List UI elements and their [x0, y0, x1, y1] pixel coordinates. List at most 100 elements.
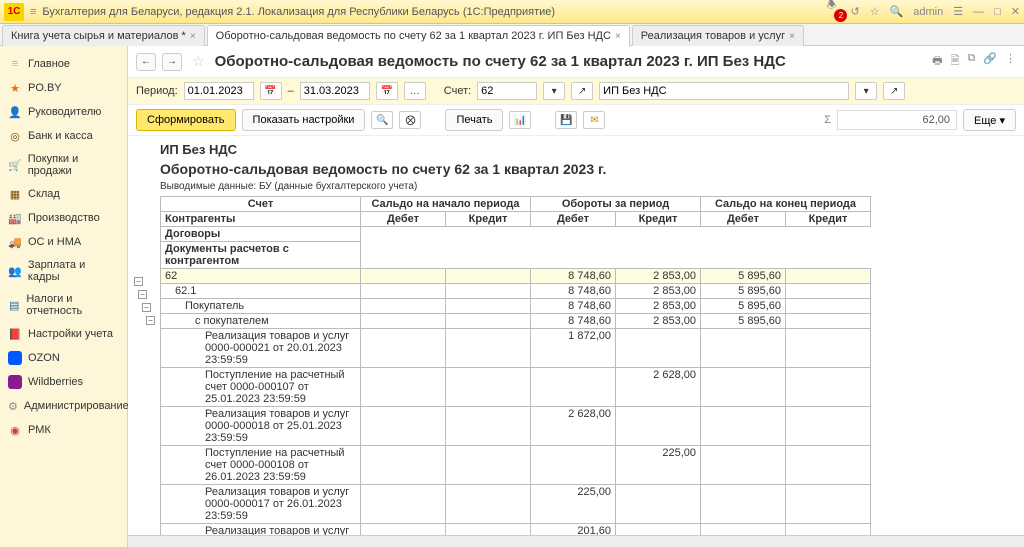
sidebar-item[interactable]: ≡Главное — [0, 52, 127, 76]
sidebar-item-label: Банк и касса — [28, 130, 93, 142]
history-icon[interactable]: ↺ — [850, 5, 859, 18]
close-icon[interactable]: × — [190, 31, 196, 42]
sidebar-item-label: Производство — [28, 212, 100, 224]
sidebar-item[interactable]: ◉РМК — [0, 418, 127, 442]
sidebar-icon: ◉ — [8, 423, 22, 437]
tree-toggle[interactable]: − — [146, 316, 155, 325]
nav-back-button[interactable]: ← — [136, 53, 156, 71]
close-icon[interactable]: × — [615, 31, 621, 42]
row-label: Поступление на расчетный счет 0000-00010… — [161, 368, 361, 407]
col-credit: Кредит — [786, 212, 871, 227]
app-logo: 1C — [4, 3, 24, 21]
row-label: Покупатель — [161, 299, 361, 314]
form-button[interactable]: Сформировать — [136, 109, 236, 131]
chart-icon[interactable]: 📊 — [509, 111, 531, 129]
save-report-icon[interactable]: 💾 — [555, 111, 577, 129]
sidebar-item[interactable]: OOZON — [0, 346, 127, 370]
report-title: Оборотно-сальдовая ведомость по счету 62… — [160, 159, 1024, 181]
table-row[interactable]: 628 748,602 853,005 895,60 — [161, 269, 871, 284]
calendar-from-icon[interactable]: 📅 — [260, 82, 282, 100]
sidebar-item[interactable]: ◎Банк и касса — [0, 124, 127, 148]
tab[interactable]: Реализация товаров и услуг× — [632, 25, 804, 46]
row-label: Реализация товаров и услуг 0000-000021 о… — [161, 329, 361, 368]
org-input[interactable] — [599, 82, 849, 100]
org-dropdown-icon[interactable]: ▾ — [855, 82, 877, 100]
tree-toggle[interactable]: − — [142, 303, 151, 312]
save-icon[interactable]: 🗎 — [951, 52, 960, 71]
table-row[interactable]: Покупатель8 748,602 853,005 895,60 — [161, 299, 871, 314]
more-icon[interactable]: ⋮ — [1005, 52, 1016, 71]
sidebar-item[interactable]: 🏭Производство — [0, 206, 127, 230]
table-row[interactable]: с покупателем8 748,602 853,005 895,60 — [161, 314, 871, 329]
tree-column: − − − − — [132, 140, 160, 535]
table-row[interactable]: Реализация товаров и услуг 0000-000019 о… — [161, 524, 871, 536]
dash: – — [288, 85, 294, 97]
sidebar-item[interactable]: ★PO.BY — [0, 76, 127, 100]
close-icon[interactable]: × — [789, 31, 795, 42]
sidebar-icon: ▤ — [8, 298, 20, 312]
date-from-input[interactable] — [184, 82, 254, 100]
tree-toggle[interactable]: − — [138, 290, 147, 299]
row-label: 62.1 — [161, 284, 361, 299]
nav-forward-button[interactable]: → — [162, 53, 182, 71]
sidebar-item[interactable]: ▤Налоги и отчетность — [0, 288, 127, 322]
sidebar-item[interactable]: 👥Зарплата и кадры — [0, 254, 127, 288]
minimize-icon[interactable]: — — [973, 6, 984, 18]
col-debit: Дебет — [701, 212, 786, 227]
account-input[interactable] — [477, 82, 537, 100]
sidebar-item-label: Склад — [28, 188, 60, 200]
print-button[interactable]: Печать — [445, 109, 503, 131]
search-global-icon[interactable]: 🔍 — [890, 5, 904, 18]
account-dropdown-icon[interactable]: ▾ — [543, 82, 565, 100]
link-icon[interactable]: 🔗 — [983, 52, 997, 71]
tab[interactable]: Книга учета сырья и материалов *× — [2, 25, 205, 46]
user-name[interactable]: admin — [913, 6, 943, 18]
more-button[interactable]: Еще ▾ — [963, 109, 1016, 131]
sidebar-icon: ▦ — [8, 187, 22, 201]
notifications-icon[interactable]: 🕭2 — [826, 0, 840, 28]
show-settings-button[interactable]: Показать настройки — [242, 109, 366, 131]
close-window-icon[interactable]: ✕ — [1011, 5, 1020, 18]
table-row[interactable]: Реализация товаров и услуг 0000-000021 о… — [161, 329, 871, 368]
menu-icon[interactable]: ≡ — [30, 6, 36, 18]
star-icon[interactable]: ☆ — [192, 53, 205, 70]
sidebar-item[interactable]: ▦ Склад — [0, 182, 127, 206]
sidebar-item[interactable]: 👤Руководителю — [0, 100, 127, 124]
table-row[interactable]: Поступление на расчетный счет 0000-00010… — [161, 368, 871, 407]
sidebar-item[interactable]: 🛒Покупки и продажи — [0, 148, 127, 182]
table-row[interactable]: Реализация товаров и услуг 0000-000018 о… — [161, 407, 871, 446]
tree-toggle[interactable]: − — [134, 277, 143, 286]
date-to-input[interactable] — [300, 82, 370, 100]
col-credit: Кредит — [446, 212, 531, 227]
search-icon[interactable]: 🔍 — [371, 111, 393, 129]
sum-icon[interactable]: Σ — [824, 114, 831, 126]
print-icon[interactable]: 🖶 — [932, 52, 942, 71]
row-label: Поступление на расчетный счет 0000-00010… — [161, 446, 361, 485]
toolbar: Сформировать Показать настройки 🔍 ⨂ Печа… — [128, 105, 1024, 136]
org-open-icon[interactable]: ↗ — [883, 82, 905, 100]
calendar-to-icon[interactable]: 📅 — [376, 82, 398, 100]
sum-value: 62,00 — [837, 110, 957, 130]
account-open-icon[interactable]: ↗ — [571, 82, 593, 100]
sidebar-item-label: PO.BY — [28, 82, 62, 94]
maximize-icon[interactable]: □ — [994, 6, 1001, 18]
sidebar-item[interactable]: ⚙Администрирование — [0, 394, 127, 418]
horizontal-scrollbar[interactable] — [128, 535, 1024, 547]
window-title: Бухгалтерия для Беларуси, редакция 2.1. … — [42, 6, 555, 18]
notification-badge: 2 — [834, 9, 847, 22]
table-row[interactable]: Поступление на расчетный счет 0000-00010… — [161, 446, 871, 485]
table-row[interactable]: 62.18 748,602 853,005 895,60 — [161, 284, 871, 299]
copy-icon[interactable]: ⧉ — [967, 52, 975, 71]
row-counterparties: Контрагенты — [161, 212, 361, 227]
table-row[interactable]: Реализация товаров и услуг 0000-000017 о… — [161, 485, 871, 524]
period-select-button[interactable]: … — [404, 82, 426, 100]
sidebar-item[interactable]: 📕Настройки учета — [0, 322, 127, 346]
user-menu-icon[interactable]: ☰ — [953, 5, 963, 18]
favorite-icon[interactable]: ☆ — [870, 5, 880, 18]
tab[interactable]: Оборотно-сальдовая ведомость по счету 62… — [207, 25, 630, 46]
sidebar-item[interactable]: WWildberries — [0, 370, 127, 394]
email-icon[interactable]: ✉ — [583, 111, 605, 129]
sidebar-icon: W — [8, 375, 22, 389]
clear-search-icon[interactable]: ⨂ — [399, 111, 421, 129]
sidebar-item[interactable]: 🚚ОС и НМА — [0, 230, 127, 254]
